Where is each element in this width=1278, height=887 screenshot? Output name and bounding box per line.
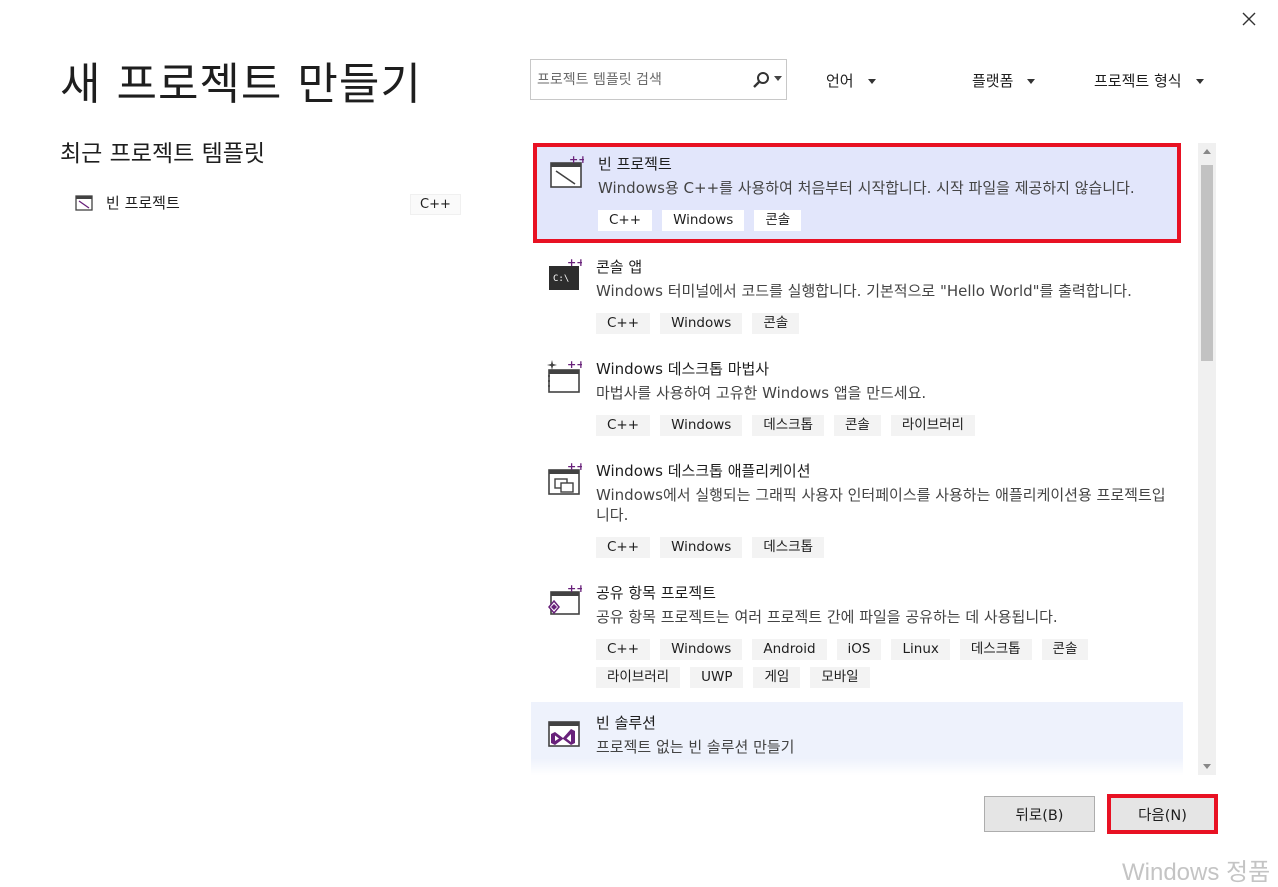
back-button[interactable]: 뒤로(B) — [984, 796, 1095, 832]
page-title: 새 프로젝트 만들기 — [60, 59, 422, 110]
template-tags: C++ Windows 데스크톱 콘솔 라이브러리 — [596, 415, 1166, 436]
visual-studio-solution-icon — [548, 721, 580, 747]
template-title: 콘솔 앱 — [596, 258, 643, 276]
desktop-wizard-icon: ++ — [547, 358, 582, 393]
template-card-blank-solution[interactable]: 빈 솔루션 프로젝트 없는 빈 솔루션 만들기 — [531, 702, 1183, 775]
template-list: ++ 빈 프로젝트 Windows용 C++를 사용하여 처음부터 시작합니다.… — [531, 143, 1187, 775]
close-button[interactable] — [1236, 6, 1262, 32]
chevron-down-icon — [867, 79, 876, 84]
svg-text:C:\: C:\ — [553, 274, 569, 284]
template-tags: C++ Windows 데스크톱 — [596, 537, 1166, 558]
recent-template-item[interactable]: 빈 프로젝트 C++ — [70, 188, 462, 220]
next-button[interactable]: 다음(N) — [1107, 794, 1218, 834]
tag: 데스크톱 — [752, 537, 825, 558]
tag: Windows — [660, 537, 743, 558]
project-type-filter-label: 프로젝트 형식 — [1094, 72, 1182, 90]
template-description: 프로젝트 없는 빈 솔루션 만들기 — [596, 738, 795, 756]
tag: iOS — [836, 639, 882, 660]
template-description: 마법사를 사용하여 고유한 Windows 앱을 만드세요. — [596, 384, 927, 402]
svg-text:++: ++ — [567, 358, 582, 371]
tag: C++ — [596, 537, 651, 558]
tag: 데스크톱 — [959, 639, 1032, 660]
language-filter-label: 언어 — [826, 72, 854, 90]
template-list-scrollbar[interactable] — [1198, 143, 1216, 775]
template-title: Windows 데스크톱 애플리케이션 — [596, 462, 811, 480]
empty-project-icon — [75, 195, 93, 211]
tag: Linux — [891, 639, 950, 660]
search-options-chevron-down-icon[interactable] — [774, 76, 782, 82]
tag: Windows — [662, 210, 745, 231]
recent-templates-heading: 최근 프로젝트 템플릿 — [60, 141, 266, 167]
tag: 콘솔 — [834, 415, 881, 436]
template-tags: C++ Windows 콘솔 — [596, 313, 1166, 334]
platform-filter-dropdown[interactable]: 플랫폼 — [972, 70, 1036, 91]
scroll-up-arrow-icon[interactable] — [1198, 143, 1216, 161]
desktop-application-icon: ++ — [548, 460, 582, 495]
tag: 콘솔 — [752, 313, 800, 334]
tag: C++ — [596, 415, 651, 436]
chevron-down-icon — [1027, 79, 1036, 84]
tag: 데스크톱 — [752, 415, 825, 436]
template-description: 공유 항목 프로젝트는 여러 프로젝트 간에 파일을 공유하는 데 사용됩니다. — [596, 608, 1058, 626]
recent-template-label: 빈 프로젝트 — [106, 194, 180, 212]
template-title: Windows 데스크톱 마법사 — [596, 360, 770, 378]
template-description: Windows용 C++를 사용하여 처음부터 시작합니다. 시작 파일을 제공… — [598, 179, 1135, 197]
windows-activation-watermark: Windows 정품 — [1122, 859, 1271, 886]
template-title: 빈 솔루션 — [596, 714, 656, 732]
template-search-input[interactable] — [531, 60, 747, 99]
scroll-down-arrow-icon[interactable] — [1198, 757, 1216, 775]
template-search-box — [530, 59, 787, 100]
tag: 라이브러리 — [890, 415, 975, 436]
tag: C++ — [596, 639, 651, 660]
project-type-filter-dropdown[interactable]: 프로젝트 형식 — [1094, 70, 1204, 91]
empty-project-icon: ++ — [550, 153, 584, 188]
template-card-desktop-wizard[interactable]: ++ Windows 데스크톱 마법사 마법사를 사용하여 고유한 Window… — [531, 348, 1183, 448]
recent-template-tag: C++ — [410, 194, 461, 215]
tag: Windows — [660, 313, 743, 334]
tag: 콘솔 — [1041, 639, 1089, 660]
chevron-down-icon — [1195, 79, 1204, 84]
tag: UWP — [690, 667, 744, 688]
template-card-desktop-application[interactable]: ++ Windows 데스크톱 애플리케이션 Windows에서 실행되는 그래… — [531, 450, 1183, 570]
shared-items-project-icon: ++ — [548, 582, 582, 615]
search-icon[interactable] — [751, 70, 771, 90]
console-app-icon: C:\ ++ — [549, 256, 582, 290]
tag: 콘솔 — [754, 210, 802, 231]
tag: Windows — [660, 639, 743, 660]
template-card-console-app[interactable]: C:\ ++ 콘솔 앱 Windows 터미널에서 코드를 실행합니다. 기본적… — [531, 246, 1183, 346]
template-card-shared-items-project[interactable]: ++ 공유 항목 프로젝트 공유 항목 프로젝트는 여러 프로젝트 간에 파일을… — [531, 572, 1183, 700]
tag: 라이브러리 — [596, 667, 681, 688]
tag: Windows — [660, 415, 743, 436]
template-title: 공유 항목 프로젝트 — [596, 584, 716, 602]
tag: 게임 — [753, 667, 801, 688]
tag: C++ — [596, 313, 651, 334]
template-description: Windows 터미널에서 코드를 실행합니다. 기본적으로 "Hello Wo… — [596, 282, 1132, 300]
template-description: Windows에서 실행되는 그래픽 사용자 인터페이스를 사용하는 애플리케이… — [596, 486, 1166, 524]
svg-text:++: ++ — [567, 460, 582, 473]
template-title: 빈 프로젝트 — [598, 155, 672, 173]
tag: C++ — [598, 210, 653, 231]
close-icon — [1242, 12, 1256, 26]
template-card-empty-project[interactable]: ++ 빈 프로젝트 Windows용 C++를 사용하여 처음부터 시작합니다.… — [533, 143, 1181, 243]
scrollbar-thumb[interactable] — [1201, 165, 1213, 361]
template-tags: C++ Windows Android iOS Linux 데스크톱 콘솔 라이… — [596, 639, 1166, 688]
svg-text:++: ++ — [567, 256, 582, 269]
tag: Android — [752, 639, 827, 660]
svg-text:++: ++ — [567, 582, 582, 595]
tag: 모바일 — [810, 667, 870, 688]
language-filter-dropdown[interactable]: 언어 — [826, 70, 876, 91]
template-tags: C++ Windows 콘솔 — [598, 210, 1168, 231]
platform-filter-label: 플랫폼 — [972, 72, 1014, 90]
svg-text:++: ++ — [569, 153, 584, 166]
